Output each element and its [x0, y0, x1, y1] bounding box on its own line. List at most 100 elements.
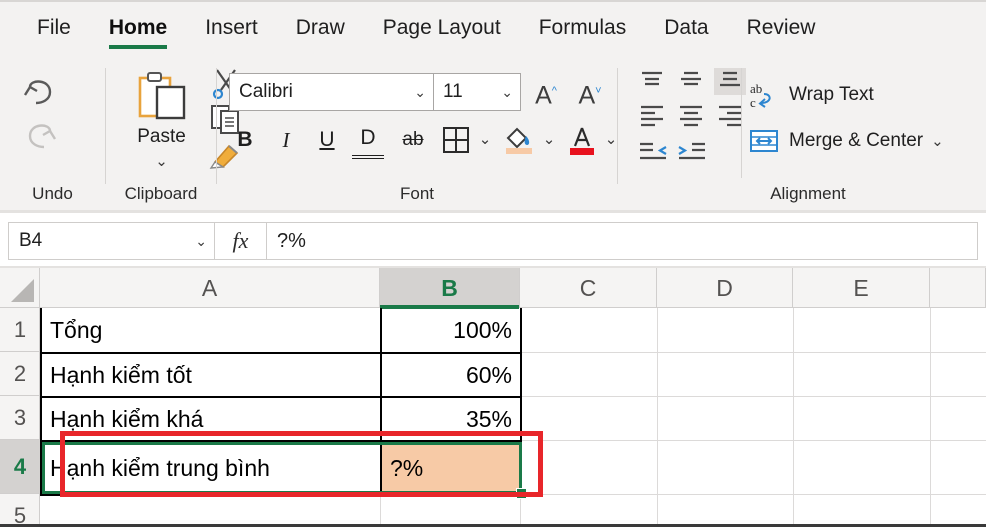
font-color-button[interactable]: [563, 123, 601, 159]
name-box[interactable]: B4 ⌄: [8, 222, 215, 260]
decrease-indent-icon: [640, 142, 667, 160]
column-header-e[interactable]: E: [793, 268, 930, 308]
group-separator: [741, 68, 742, 178]
font-size-combobox[interactable]: 11 ⌄: [434, 73, 521, 111]
borders-dropdown-chevron-icon[interactable]: ⌄: [475, 123, 495, 159]
wrap-text-icon: ab c: [750, 81, 771, 110]
column-header-b[interactable]: B: [380, 268, 520, 309]
borders-button[interactable]: [439, 123, 473, 159]
ribbon-body: Undo Paste ⌄ Clipboard Calibri ⌄ 11 ⌄ A^…: [0, 56, 986, 210]
cell-a3[interactable]: Hạnh kiểm khá: [40, 396, 382, 442]
select-all-triangle-icon: [11, 279, 34, 302]
tab-draw[interactable]: Draw: [277, 2, 364, 40]
column-header-c[interactable]: C: [520, 268, 657, 308]
align-center-icon: [680, 105, 702, 127]
fill-color-dropdown-chevron-icon[interactable]: ⌄: [539, 123, 559, 159]
tab-file[interactable]: File: [18, 2, 90, 40]
paste-label: Paste: [137, 126, 186, 147]
formula-input[interactable]: ?%: [267, 222, 978, 260]
fill-color-button[interactable]: [500, 123, 538, 159]
tab-page-layout[interactable]: Page Layout: [364, 2, 520, 40]
font-color-icon: [570, 128, 594, 156]
cell-grid: Tổng 100% Hạnh kiểm tốt 60% Hạnh kiểm kh…: [40, 308, 986, 527]
align-middle-button[interactable]: [675, 68, 707, 95]
cell-a1[interactable]: Tổng: [40, 308, 382, 354]
group-label-alignment: Alignment: [770, 184, 846, 203]
ribbon-group-clipboard: Paste ⌄ Clipboard: [106, 56, 240, 210]
row-header-3[interactable]: 3: [0, 396, 40, 440]
cell-b2[interactable]: 60%: [380, 352, 522, 398]
excel-window: File Home Insert Draw Page Layout Formul…: [0, 0, 986, 527]
column-header-a[interactable]: A: [40, 268, 380, 308]
shrink-font-label: A: [578, 81, 596, 110]
spreadsheet-grid: A B C D E 1 2 3 4 5 Tổng 100% Hạnh kiểm …: [0, 268, 986, 527]
font-size-value: 11: [443, 81, 463, 102]
row-header-column: 1 2 3 4 5: [0, 308, 40, 527]
grow-font-label: A: [535, 81, 552, 110]
fill-handle[interactable]: [516, 488, 527, 499]
merge-center-icon: [750, 130, 778, 152]
tab-formulas[interactable]: Formulas: [520, 2, 646, 40]
font-name-value: Calibri: [239, 81, 293, 102]
column-header-d[interactable]: D: [657, 268, 793, 308]
caret-up-icon: ^: [551, 85, 557, 97]
chevron-down-icon[interactable]: ⌄: [414, 84, 433, 101]
align-left-icon: [641, 105, 663, 127]
cell-a2[interactable]: Hạnh kiểm tốt: [40, 352, 382, 398]
formula-bar-row: B4 ⌄ fx ?%: [0, 213, 986, 268]
tab-review[interactable]: Review: [728, 2, 835, 40]
double-underline-button[interactable]: D: [352, 123, 384, 159]
chevron-down-icon[interactable]: ⌄: [501, 84, 520, 101]
column-header-row: A B C D E: [40, 268, 986, 309]
group-label-undo: Undo: [32, 184, 73, 203]
align-top-button[interactable]: [636, 68, 668, 95]
name-box-value: B4: [19, 230, 43, 251]
font-name-combobox[interactable]: Calibri ⌄: [229, 73, 434, 111]
redo-arrow-icon[interactable]: [20, 118, 60, 154]
tab-home[interactable]: Home: [90, 2, 186, 49]
group-label-clipboard: Clipboard: [124, 184, 198, 203]
svg-text:ab: ab: [750, 81, 762, 96]
decrease-indent-button[interactable]: [636, 138, 668, 165]
align-top-icon: [642, 71, 662, 86]
cell-b1[interactable]: 100%: [380, 308, 522, 354]
row-header-4[interactable]: 4: [0, 440, 40, 494]
cell-b3[interactable]: 35%: [380, 396, 522, 442]
svg-text:c: c: [750, 95, 756, 110]
group-label-font: Font: [399, 184, 435, 203]
tab-data[interactable]: Data: [645, 2, 727, 40]
paste-icon: [136, 70, 190, 126]
tab-insert[interactable]: Insert: [186, 2, 277, 40]
increase-font-size-button[interactable]: A^: [528, 74, 564, 110]
paste-button[interactable]: Paste ⌄: [114, 66, 209, 191]
increase-indent-button[interactable]: [675, 138, 707, 165]
bold-button[interactable]: B: [229, 123, 261, 159]
borders-grid-icon: [443, 127, 469, 154]
chevron-down-icon[interactable]: ⌄: [931, 132, 944, 150]
align-left-button[interactable]: [636, 103, 668, 130]
formula-input-value: ?%: [277, 229, 306, 252]
italic-button[interactable]: I: [270, 123, 302, 159]
chevron-down-icon[interactable]: ⌄: [195, 233, 214, 250]
select-all-button[interactable]: [0, 268, 40, 308]
strikethrough-button[interactable]: ab: [393, 123, 433, 159]
merge-center-button[interactable]: Merge & Center ⌄: [748, 124, 944, 158]
undo-arrow-icon[interactable]: [20, 74, 60, 110]
cell-b4[interactable]: ?%: [380, 440, 522, 496]
chevron-down-icon[interactable]: ⌄: [114, 152, 209, 170]
decrease-font-size-button[interactable]: A˅: [572, 74, 608, 110]
ribbon-group-undo: Undo: [0, 56, 105, 210]
row-header-2[interactable]: 2: [0, 352, 40, 396]
underline-button[interactable]: U: [311, 123, 343, 159]
row-header-1[interactable]: 1: [0, 308, 40, 352]
caret-down-icon: ˅: [595, 85, 602, 97]
wrap-text-button[interactable]: ab c Wrap Text: [748, 78, 874, 112]
cell-a4[interactable]: Hạnh kiểm trung bình: [40, 440, 382, 496]
ribbon-tab-bar: File Home Insert Draw Page Layout Formul…: [0, 0, 986, 56]
fill-color-bucket-icon: [506, 128, 532, 155]
column-header-f[interactable]: [930, 268, 986, 308]
insert-function-button[interactable]: fx: [215, 222, 267, 260]
align-center-button[interactable]: [675, 103, 707, 130]
row-header-5[interactable]: 5: [0, 494, 40, 527]
fx-icon: fx: [232, 228, 249, 253]
